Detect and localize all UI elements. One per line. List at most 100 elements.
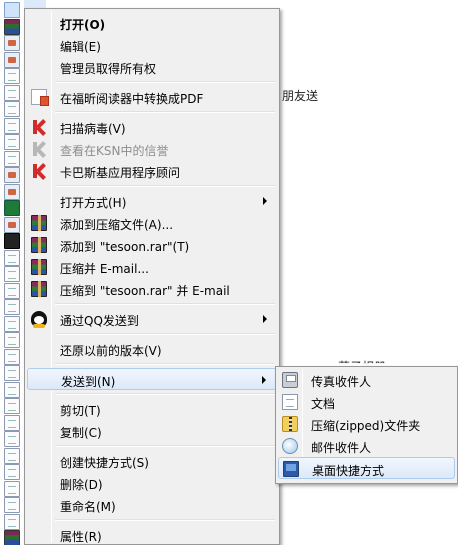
menu-separator — [55, 333, 275, 335]
menu-item-open[interactable]: 打开(O) — [27, 12, 277, 34]
document-file-icon[interactable] — [4, 348, 20, 365]
document-file-icon[interactable] — [4, 117, 20, 134]
menu-item-delete[interactable]: 删除(D) — [27, 472, 277, 494]
menu-item-restore-versions[interactable]: 还原以前的版本(V) — [27, 338, 277, 360]
submenu-arrow-icon — [263, 197, 267, 205]
menu-separator — [55, 111, 275, 113]
document-file-icon[interactable] — [4, 150, 20, 167]
menu-separator — [55, 81, 275, 83]
document-file-icon[interactable] — [4, 299, 20, 315]
document-file-icon[interactable] — [4, 414, 20, 431]
menu-item-take-ownership[interactable]: 管理员取得所有权 — [27, 56, 277, 78]
menu-separator — [55, 445, 275, 447]
menu-item-compress-rar-email[interactable]: 压缩到 "tesoon.rar" 并 E-mail — [27, 278, 277, 300]
image-file-icon[interactable] — [4, 51, 20, 68]
image-file-icon[interactable] — [4, 167, 20, 183]
zip-folder-icon — [282, 416, 298, 432]
submenu-item-zip-folder-label: 压缩(zipped)文件夹 — [311, 419, 421, 433]
menu-item-app-advisor-label: 卡巴斯基应用程序顾问 — [60, 166, 181, 180]
rar-file-icon[interactable] — [4, 18, 20, 35]
menu-item-send-via-qq[interactable]: 通过QQ发送到 — [27, 308, 277, 330]
rar-file-icon[interactable] — [4, 530, 20, 545]
image-file-icon[interactable] — [4, 216, 20, 233]
qq-penguin-icon — [31, 311, 47, 328]
document-file-icon[interactable] — [4, 68, 20, 84]
menu-item-add-to-archive[interactable]: 添加到压缩文件(A)... — [27, 212, 277, 234]
documents-icon — [282, 394, 298, 410]
menu-item-cut[interactable]: 剪切(T) — [27, 398, 277, 420]
submenu-item-desktop-shortcut[interactable]: 桌面快捷方式 — [278, 457, 455, 479]
kaspersky-disabled-icon — [31, 141, 47, 158]
submenu-item-mail-recipient-label: 邮件收件人 — [311, 441, 372, 455]
document-file-icon[interactable] — [4, 315, 20, 332]
menu-item-send-to-label: 发送到(N) — [61, 375, 116, 389]
submenu-item-mail-recipient[interactable]: 邮件收件人 — [278, 435, 455, 457]
document-file-icon[interactable] — [4, 134, 20, 150]
menu-item-delete-label: 删除(D) — [60, 478, 103, 492]
menu-item-send-via-qq-label: 通过QQ发送到 — [60, 314, 139, 328]
excel-file-icon[interactable] — [4, 200, 20, 216]
fax-icon — [282, 372, 298, 388]
document-file-icon[interactable] — [4, 398, 20, 414]
menu-item-app-advisor[interactable]: 卡巴斯基应用程序顾问 — [27, 160, 277, 182]
document-file-icon[interactable] — [4, 381, 20, 398]
menu-item-take-ownership-label: 管理员取得所有权 — [60, 62, 157, 76]
winrar-icon — [31, 215, 47, 231]
document-file-icon[interactable] — [4, 84, 20, 101]
kaspersky-icon — [31, 119, 47, 136]
document-file-icon[interactable] — [4, 497, 20, 513]
menu-item-create-shortcut[interactable]: 创建快捷方式(S) — [27, 450, 277, 472]
image-file-icon[interactable] — [4, 183, 20, 200]
menu-item-convert-pdf[interactable]: 在福昕阅读器中转换成PDF — [27, 86, 277, 108]
document-file-icon[interactable] — [4, 101, 20, 117]
menu-item-ksn-reputation: 查看在KSN中的信誉 — [27, 138, 277, 160]
menu-separator — [55, 303, 275, 305]
menu-item-scan-virus[interactable]: 扫描病毒(V) — [27, 116, 277, 138]
document-file-icon[interactable] — [4, 447, 20, 464]
document-file-icon[interactable] — [4, 513, 20, 530]
send-to-submenu: 传真收件人 文档 压缩(zipped)文件夹 邮件收件人 桌面快捷方式 — [275, 366, 458, 484]
background-file-name-partial: 朋友送 — [282, 89, 319, 103]
tpa-file-icon[interactable] — [4, 233, 20, 249]
menu-item-compress-rar-email-label: 压缩到 "tesoon.rar" 并 E-mail — [60, 284, 230, 298]
menu-item-cut-label: 剪切(T) — [60, 404, 101, 418]
submenu-item-fax-recipient-label: 传真收件人 — [311, 375, 372, 389]
menu-separator — [55, 519, 275, 521]
image-file-icon[interactable] — [4, 35, 20, 51]
submenu-item-documents[interactable]: 文档 — [278, 391, 455, 413]
foxit-pdf-icon — [31, 89, 49, 106]
document-file-icon[interactable] — [4, 249, 20, 266]
document-file-icon[interactable] — [4, 266, 20, 282]
menu-item-properties-label: 属性(R) — [60, 530, 102, 544]
document-file-icon[interactable] — [4, 480, 20, 497]
selected-file-icon[interactable] — [4, 2, 20, 18]
document-file-icon[interactable] — [4, 332, 20, 348]
menu-item-restore-versions-label: 还原以前的版本(V) — [60, 344, 162, 358]
menu-item-properties[interactable]: 属性(R) — [27, 524, 277, 545]
menu-item-edit[interactable]: 编辑(E) — [27, 34, 277, 56]
submenu-item-fax-recipient[interactable]: 传真收件人 — [278, 369, 455, 391]
menu-item-edit-label: 编辑(E) — [60, 40, 101, 54]
winrar-icon — [31, 259, 47, 275]
menu-item-scan-virus-label: 扫描病毒(V) — [60, 122, 126, 136]
menu-item-compress-email[interactable]: 压缩并 E-mail... — [27, 256, 277, 278]
menu-item-compress-email-label: 压缩并 E-mail... — [60, 262, 149, 276]
menu-item-open-with[interactable]: 打开方式(H) — [27, 190, 277, 212]
menu-item-rename[interactable]: 重命名(M) — [27, 494, 277, 516]
menu-item-rename-label: 重命名(M) — [60, 500, 116, 514]
document-file-icon[interactable] — [4, 365, 20, 381]
document-file-icon[interactable] — [4, 464, 20, 480]
mail-recipient-icon — [282, 438, 298, 454]
menu-item-ksn-reputation-label: 查看在KSN中的信誉 — [60, 144, 169, 158]
document-file-icon[interactable] — [4, 282, 20, 299]
kaspersky-icon — [31, 163, 47, 180]
menu-item-send-to[interactable]: 发送到(N) — [27, 368, 277, 390]
menu-item-add-to-rar[interactable]: 添加到 "tesoon.rar"(T) — [27, 234, 277, 256]
menu-item-copy-label: 复制(C) — [60, 426, 102, 440]
menu-item-copy[interactable]: 复制(C) — [27, 420, 277, 442]
submenu-arrow-icon — [263, 315, 267, 323]
winrar-icon — [31, 281, 47, 297]
document-file-icon[interactable] — [4, 431, 20, 447]
menu-item-open-with-label: 打开方式(H) — [60, 196, 127, 210]
submenu-item-zip-folder[interactable]: 压缩(zipped)文件夹 — [278, 413, 455, 435]
